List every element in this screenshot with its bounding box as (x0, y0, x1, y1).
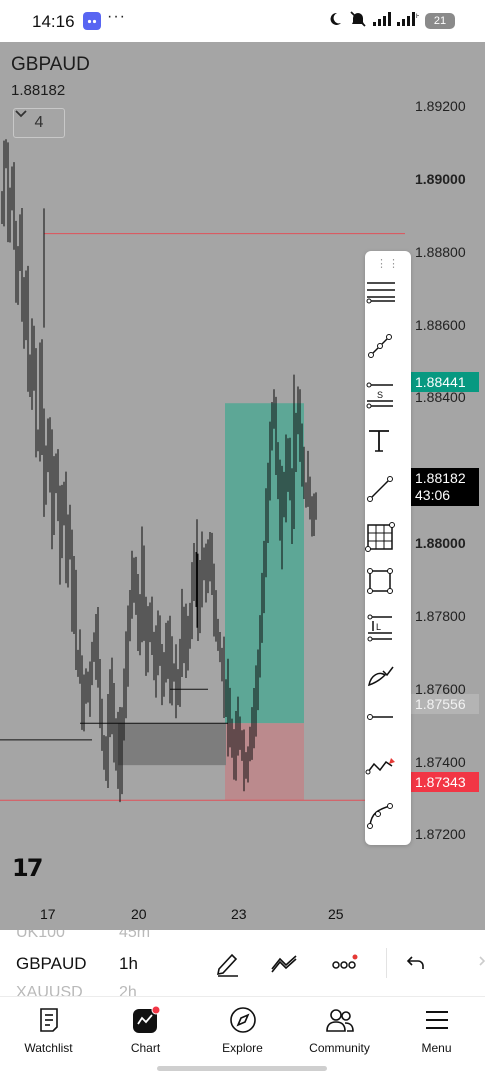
indicators-icon (271, 955, 297, 973)
fib-retracement-icon[interactable]: S (365, 379, 411, 419)
path-icon[interactable] (365, 754, 411, 794)
battery-icon: 21 (425, 13, 455, 29)
interval-prev[interactable]: 45m (119, 930, 150, 942)
indicators-toggle[interactable]: 4 (13, 108, 65, 138)
moon-icon (327, 11, 343, 32)
demand-zone (118, 723, 226, 766)
nav-label: Menu (421, 1041, 452, 1055)
muted-icon (349, 10, 367, 32)
bottom-navigation: Watchlist Chart Explore Community Menu (0, 996, 485, 1060)
text-icon[interactable] (365, 426, 411, 466)
y-label: 1.88000 (415, 535, 466, 551)
y-label: 1.89200 (415, 98, 466, 114)
nav-watchlist[interactable]: Watchlist (0, 997, 97, 1060)
redo-button[interactable] (461, 948, 485, 978)
horizontal-ray-icon[interactable] (365, 707, 411, 747)
nav-chart[interactable]: Chart (97, 997, 194, 1060)
svg-text:H: H (416, 14, 419, 20)
grid-icon[interactable] (365, 520, 411, 560)
y-label: 1.87200 (415, 826, 466, 842)
drawing-tools-button[interactable] (213, 948, 243, 978)
more-icon (332, 954, 358, 969)
y-label: 1.87800 (415, 608, 466, 624)
discord-notification-icon (83, 12, 101, 30)
y-label: 1.88600 (415, 317, 466, 333)
curve-icon[interactable] (365, 801, 411, 841)
brush-icon[interactable] (365, 661, 411, 701)
nav-label: Watchlist (24, 1041, 73, 1055)
pencil-icon (216, 953, 238, 977)
chart-icon (131, 1005, 161, 1035)
picker-divider (386, 948, 387, 978)
rectangle-icon[interactable] (365, 566, 411, 606)
x-label: 20 (131, 906, 147, 922)
entry-price-tag: 1.87556 (411, 694, 479, 714)
undo-icon (406, 956, 424, 969)
svg-text:S: S (377, 390, 383, 400)
symbol-next[interactable]: XAUUSD (16, 984, 83, 996)
compass-icon (228, 1005, 258, 1035)
stop-price-tag: 1.87343 (411, 772, 479, 792)
x-label: 25 (328, 906, 344, 922)
chart-symbol: GBPAUD (11, 54, 90, 75)
indicators-button[interactable] (270, 948, 300, 978)
y-label: 1.87400 (415, 754, 466, 770)
long-position-icon[interactable]: L (365, 613, 411, 653)
nav-label: Chart (130, 1041, 161, 1055)
horizontal-lines-icon[interactable] (365, 277, 411, 317)
chevron-down-icon (15, 110, 27, 118)
status-bar: 14:16 ··· H 21 (0, 0, 485, 42)
symbol-selected[interactable]: GBPAUD (16, 954, 87, 974)
x-label: 23 (231, 906, 247, 922)
interval-next[interactable]: 2h (119, 984, 137, 996)
home-indicator (157, 1066, 327, 1071)
signal-2-icon: H (397, 11, 420, 31)
candle-countdown: 43:06 (415, 487, 451, 503)
symbol-interval-picker: UK100 GBPAUD XAUUSD 45m 1h 2h (0, 930, 485, 996)
toolbar-drag-handle[interactable]: ⋮⋮ (365, 257, 411, 270)
trend-line-icon[interactable] (365, 331, 411, 371)
chart-last-price: 1.88182 (11, 82, 66, 99)
community-icon (325, 1005, 355, 1035)
nav-label: Community (309, 1041, 370, 1055)
current-price: 1.88182 (415, 470, 466, 486)
line-icon[interactable] (365, 474, 411, 514)
watchlist-icon (34, 1005, 64, 1035)
nav-community[interactable]: Community (291, 997, 388, 1060)
more-tools-button[interactable] (330, 948, 360, 978)
hamburger-icon (422, 1005, 452, 1035)
nav-label: Explore (222, 1041, 263, 1055)
indicators-count: 4 (34, 114, 44, 131)
symbol-prev[interactable]: UK100 (16, 930, 65, 942)
interval-selected[interactable]: 1h (119, 954, 138, 974)
status-icons: H 21 (327, 10, 455, 32)
app-root: 14:16 ··· H 21 GBPAUD 1.88182 4 1.89200 … (0, 0, 485, 1080)
drawing-toolbar: ⋮⋮ S L (365, 251, 411, 845)
tradingview-logo: 17 (12, 854, 43, 882)
signal-icon (373, 11, 391, 31)
nav-menu[interactable]: Menu (388, 997, 485, 1060)
redo-icon (479, 956, 485, 966)
target-price-tag: 1.88441 (411, 372, 479, 392)
nav-explore[interactable]: Explore (194, 997, 291, 1060)
x-label: 17 (40, 906, 56, 922)
current-price-tag: 1.88182 43:06 (411, 468, 479, 506)
more-notifications-icon: ··· (107, 8, 126, 25)
y-label: 1.88800 (415, 244, 466, 260)
chart-area[interactable]: GBPAUD 1.88182 4 1.89200 1.89000 1.88800… (0, 42, 485, 930)
y-label: 1.89000 (415, 171, 466, 187)
status-time: 14:16 (32, 12, 75, 31)
svg-text:L: L (376, 622, 381, 632)
loss-zone (225, 723, 304, 801)
undo-button[interactable] (401, 948, 431, 978)
